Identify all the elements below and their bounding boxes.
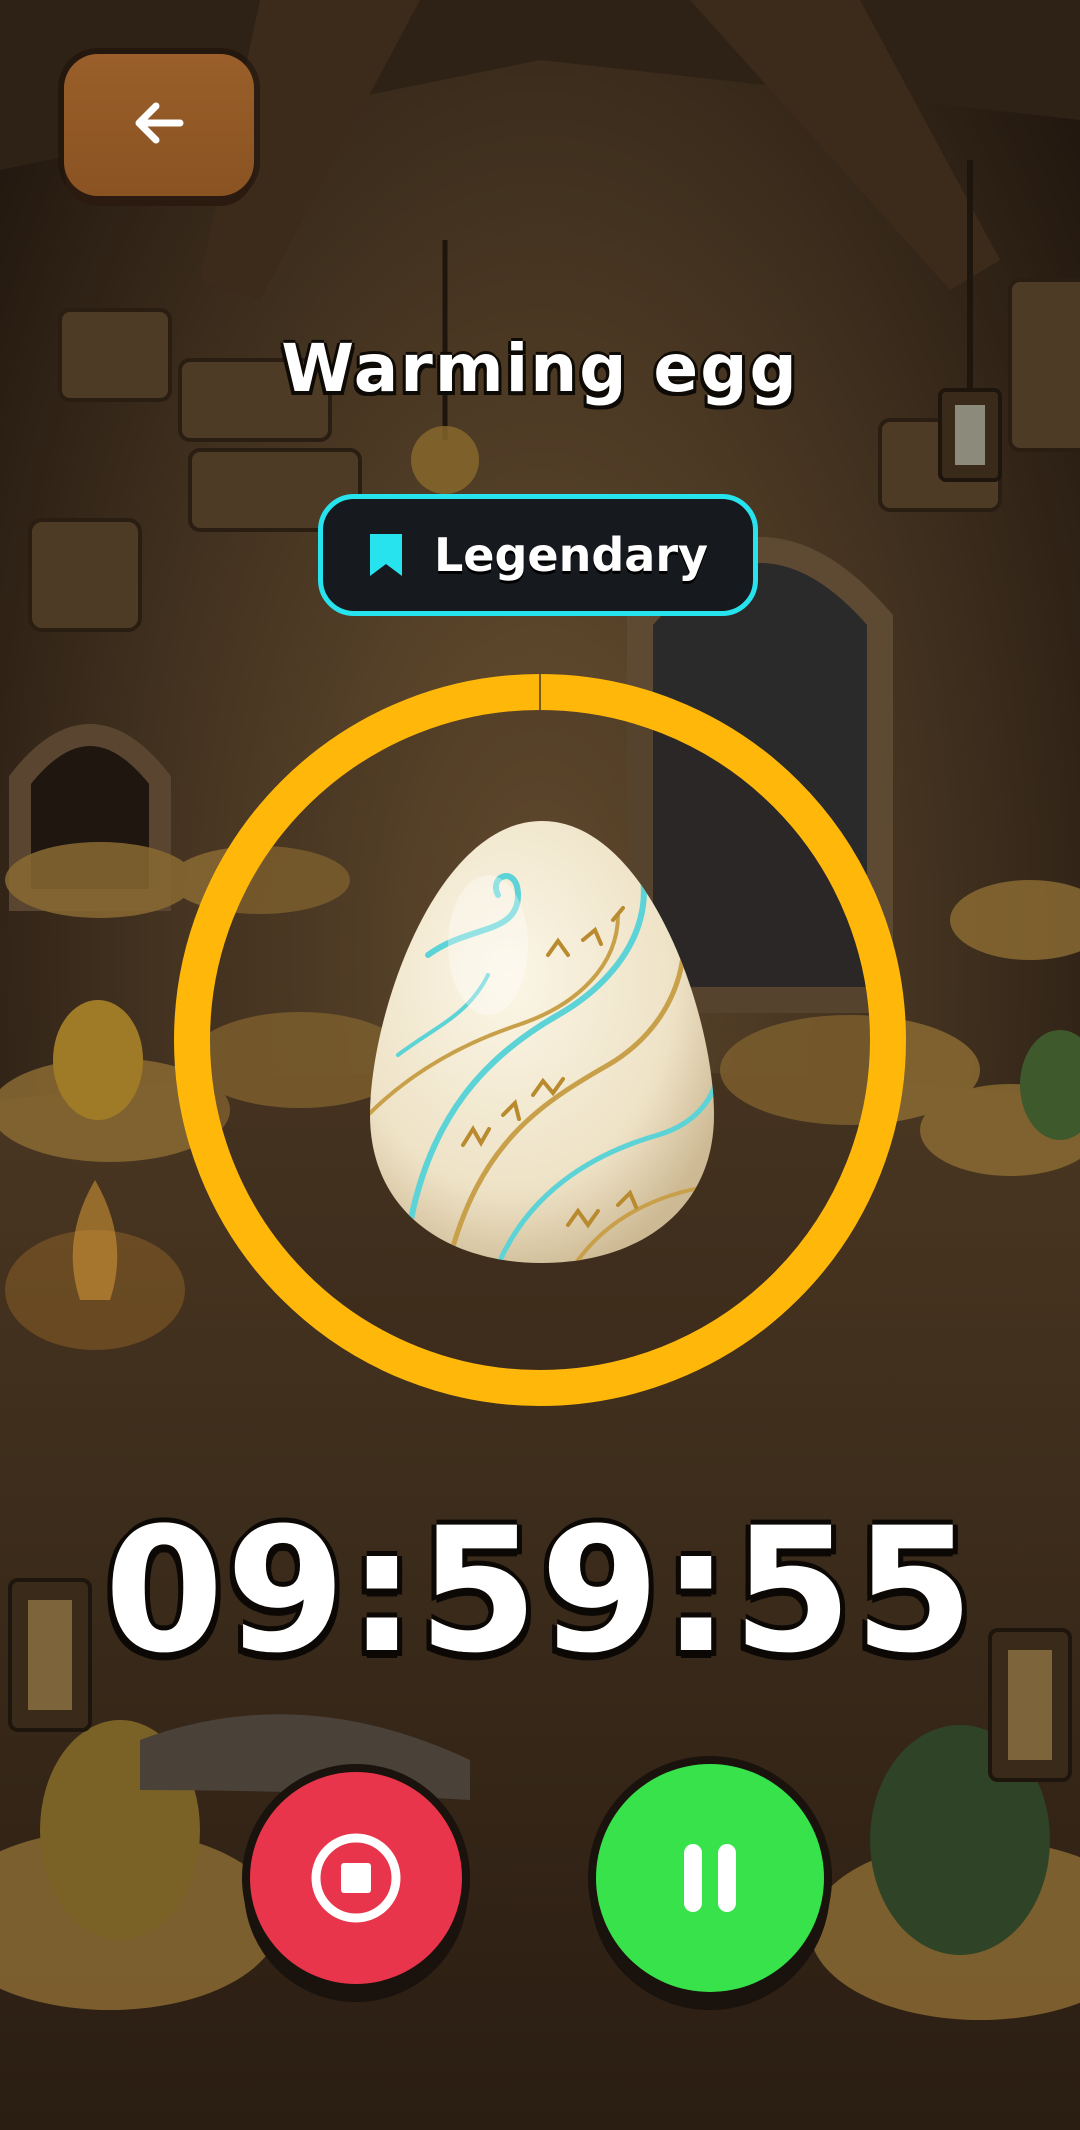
back-button[interactable] <box>64 54 254 196</box>
stop-button[interactable] <box>250 1772 462 1984</box>
rarity-badge: Legendary <box>318 494 758 616</box>
arrow-left-icon <box>128 92 190 158</box>
pause-button[interactable] <box>596 1764 824 1992</box>
bookmark-icon <box>368 532 404 578</box>
pause-icon <box>670 1838 750 1918</box>
rarity-label: Legendary <box>433 528 709 582</box>
countdown-timer: 09:59:55 <box>104 1490 976 1691</box>
page-title: Warming egg <box>281 330 799 407</box>
rune-egg-icon <box>368 815 716 1267</box>
stop-icon <box>308 1830 404 1926</box>
